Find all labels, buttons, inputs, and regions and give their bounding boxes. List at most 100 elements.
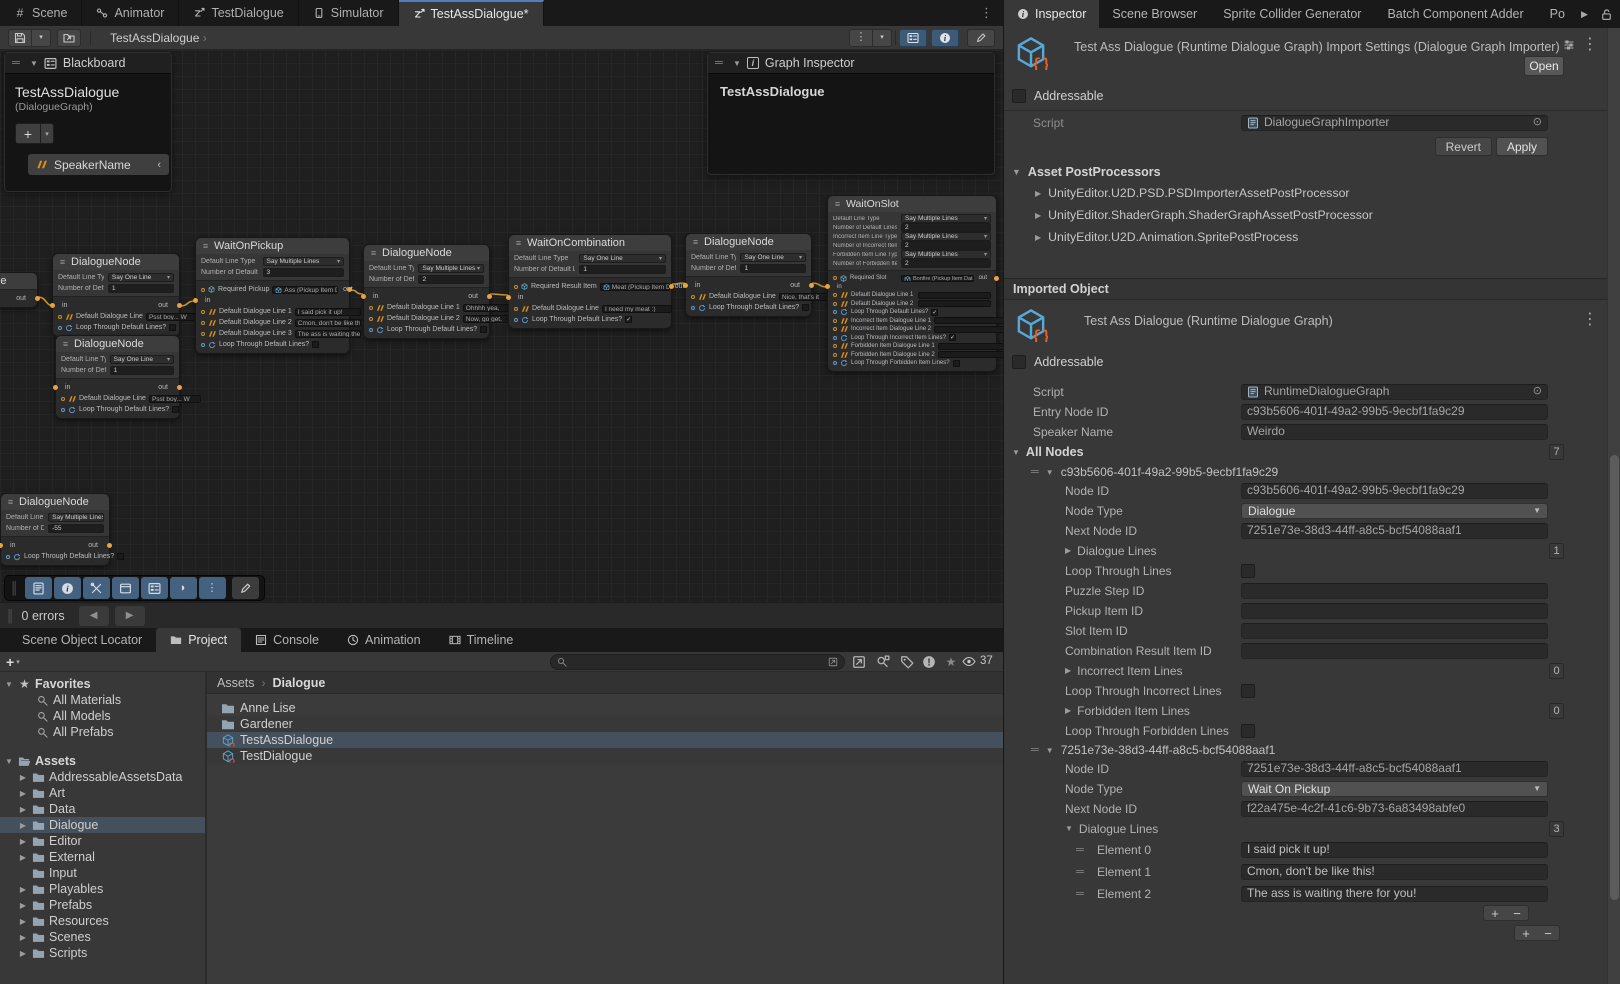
node-type-dropdown[interactable]: Dialogue▼ bbox=[1241, 503, 1548, 519]
favorite-item-all-prefabs[interactable]: All Prefabs bbox=[0, 724, 205, 740]
dial-tool-button[interactable]: ◗ bbox=[170, 577, 197, 599]
drag-handle-icon[interactable]: ═ bbox=[1031, 466, 1039, 478]
number-field[interactable]: 1 bbox=[110, 366, 174, 375]
text-field[interactable]: c93b5606-401f-49a2-99b5-9ecbf1fa9c29 bbox=[1241, 483, 1548, 499]
number-field[interactable]: 1 bbox=[579, 265, 666, 274]
file-item-testdialogue[interactable]: {}TestDialogue bbox=[207, 748, 1003, 764]
node-type-dropdown[interactable]: Wait On Pickup▼ bbox=[1241, 781, 1548, 797]
number-field[interactable]: 1 bbox=[740, 264, 806, 273]
foldout-dialogue-lines[interactable]: ▶Dialogue Lines bbox=[1065, 544, 1241, 558]
input-port[interactable] bbox=[825, 284, 830, 289]
bottom-tab-project[interactable]: Project bbox=[156, 628, 241, 652]
tree-folder-data[interactable]: ▶Data bbox=[0, 801, 205, 817]
tree-folder-prefabs[interactable]: ▶Prefabs bbox=[0, 897, 205, 913]
object-picker-icon[interactable]: ⊙ bbox=[1533, 384, 1542, 399]
foldout-incorrect-item-lines[interactable]: ▶Incorrect Item Lines bbox=[1065, 664, 1241, 678]
text-field[interactable]: The ass is waiting there for you! bbox=[1241, 886, 1548, 902]
inspector-tab-sprite-collider-generator[interactable]: Sprite Collider Generator bbox=[1210, 0, 1374, 28]
graph-inspector-panel[interactable]: ═ ▼ i Graph Inspector TestAssDialogue bbox=[707, 52, 995, 175]
enum-dropdown[interactable]: Say Multiple Lines▾ bbox=[901, 214, 991, 223]
inspector-scrollbar[interactable] bbox=[1607, 28, 1620, 984]
star-icon[interactable]: ★ bbox=[944, 655, 958, 669]
field-port[interactable] bbox=[58, 315, 62, 319]
inspector-tab-po[interactable]: Po bbox=[1537, 0, 1578, 28]
typesearch-icon[interactable] bbox=[876, 655, 890, 669]
field-port[interactable] bbox=[369, 328, 373, 332]
file-item-testassdialogue[interactable]: {}TestAssDialogue bbox=[207, 732, 1003, 748]
doc-tab-scene[interactable]: #Scene bbox=[0, 0, 82, 26]
graph-canvas[interactable]: ≡StartNodeSpeakerNameout≡DialogueNodeDef… bbox=[0, 50, 1003, 602]
field-port[interactable] bbox=[833, 302, 837, 306]
blackboard-property-speakername[interactable]: SpeakerName ‹ bbox=[28, 154, 169, 175]
field-port[interactable] bbox=[833, 344, 837, 348]
text-field[interactable]: 7251e73e-38d3-44ff-a8c5-bcf54088aaf1 bbox=[1241, 523, 1548, 539]
node-section-header[interactable]: ═▼c93b5606-401f-49a2-99b5-9ecbf1fa9c29 bbox=[1004, 463, 1608, 481]
drag-handle-icon[interactable]: ═ bbox=[1031, 744, 1039, 756]
object-field[interactable]: Meat (Pickup Item Data)⊙ bbox=[600, 283, 670, 291]
node-title-bar[interactable]: ≡DialogueNode bbox=[56, 336, 179, 352]
kebab-tool-button[interactable]: ⋮ bbox=[199, 577, 226, 599]
script-object-field[interactable]: DialogueGraphImporter⊙ bbox=[1241, 115, 1548, 131]
text-field[interactable] bbox=[918, 300, 991, 307]
chevron-left-icon[interactable]: ‹ bbox=[157, 159, 161, 171]
graph-node-dialoguenode[interactable]: ≡DialogueNodeDefault Line TypeSay Multip… bbox=[363, 244, 490, 339]
sliders-icon[interactable] bbox=[1563, 39, 1575, 51]
graph-node-dialoguenode[interactable]: ≡DialogueNodeDefault Line TypeSay Multip… bbox=[0, 493, 110, 566]
text-field[interactable] bbox=[1241, 643, 1548, 659]
doc-tab-testassdialogue-[interactable]: TestAssDialogue* bbox=[399, 0, 544, 26]
foldout-caret-icon[interactable]: ▶ bbox=[18, 773, 28, 782]
field-port[interactable] bbox=[691, 295, 695, 299]
checkbox[interactable] bbox=[1241, 724, 1255, 738]
number-field[interactable]: -55 bbox=[48, 524, 104, 533]
tree-folder-addressableassetsdata[interactable]: ▶AddressableAssetsData bbox=[0, 769, 205, 785]
field-port[interactable] bbox=[833, 276, 837, 280]
foldout-forbidden-item-lines[interactable]: ▶Forbidden Item Lines bbox=[1065, 704, 1241, 718]
field-port[interactable] bbox=[833, 310, 837, 314]
bottom-tab-animation[interactable]: Animation bbox=[333, 628, 435, 652]
drag-handle-icon[interactable]: ═ bbox=[12, 57, 24, 69]
text-field[interactable]: I need my meat :) bbox=[602, 305, 672, 313]
inspector-tab-batch-component-adder[interactable]: Batch Component Adder bbox=[1374, 0, 1536, 28]
field-port[interactable] bbox=[201, 332, 205, 336]
enum-dropdown[interactable]: Say Multiple Lines▾ bbox=[418, 264, 484, 273]
text-field[interactable]: 7251e73e-38d3-44ff-a8c5-bcf54088aaf1 bbox=[1241, 761, 1548, 777]
foldout-caret-icon[interactable]: ▶ bbox=[1035, 211, 1041, 220]
remove-element-button[interactable]: − bbox=[1506, 906, 1528, 920]
node-title-bar[interactable]: ≡DialogueNode bbox=[686, 234, 811, 250]
tree-folder-scripts[interactable]: ▶Scripts bbox=[0, 945, 205, 961]
checkbox[interactable] bbox=[169, 324, 176, 331]
output-port[interactable] bbox=[487, 294, 492, 299]
all-nodes-foldout[interactable]: ▼All Nodes bbox=[1012, 445, 1084, 459]
field-port[interactable] bbox=[201, 288, 205, 292]
graph-node-waitonpickup[interactable]: ≡WaitOnPickupDefault Line TypeSay Multip… bbox=[195, 237, 350, 354]
foldout-caret-icon[interactable]: ▶ bbox=[18, 949, 28, 958]
blackboard-header[interactable]: ═ ▼ Blackboard bbox=[5, 53, 171, 74]
text-field[interactable]: Nice, that's it bbox=[779, 293, 832, 301]
graph-options-button[interactable]: ⋮ ▾ bbox=[849, 29, 892, 47]
text-field[interactable] bbox=[938, 343, 1003, 350]
assets-root[interactable]: ▼Assets bbox=[0, 753, 205, 769]
checkbox[interactable] bbox=[1241, 564, 1255, 578]
breadcrumb-current[interactable]: Dialogue bbox=[273, 676, 326, 690]
enum-dropdown[interactable]: Say One Line▾ bbox=[108, 273, 174, 282]
collapse-caret-icon[interactable]: ▼ bbox=[30, 59, 38, 68]
node-title-bar[interactable]: ≡WaitOnPickup bbox=[196, 238, 349, 254]
node-collapse-icon[interactable]: ≡ bbox=[61, 340, 70, 349]
field-port[interactable] bbox=[61, 397, 65, 401]
asset-postprocessors-foldout[interactable]: ▼Asset PostProcessors bbox=[1004, 162, 1608, 182]
text-field[interactable] bbox=[934, 326, 1003, 333]
checkbox[interactable] bbox=[117, 553, 124, 560]
foldout-caret-icon[interactable]: ▶ bbox=[1035, 233, 1041, 242]
node-collapse-icon[interactable]: ≡ bbox=[201, 242, 210, 251]
object-field[interactable]: Ass (Pickup Item Data)⊙ bbox=[272, 286, 338, 294]
field-port[interactable] bbox=[833, 319, 837, 323]
bottom-tab-scene-object-locator[interactable]: Scene Object Locator bbox=[8, 628, 156, 652]
field-port[interactable] bbox=[58, 326, 62, 330]
foldout-caret-icon[interactable]: ▼ bbox=[4, 757, 14, 766]
drag-handle-icon[interactable]: ║ bbox=[10, 581, 20, 595]
addressable-checkbox[interactable] bbox=[1012, 89, 1026, 103]
foldout-caret-icon[interactable]: ▶ bbox=[18, 821, 28, 830]
field-port[interactable] bbox=[833, 361, 837, 365]
drag-handle-icon[interactable]: ═ bbox=[1076, 844, 1084, 856]
favorites-header[interactable]: ▼★Favorites bbox=[0, 676, 205, 692]
